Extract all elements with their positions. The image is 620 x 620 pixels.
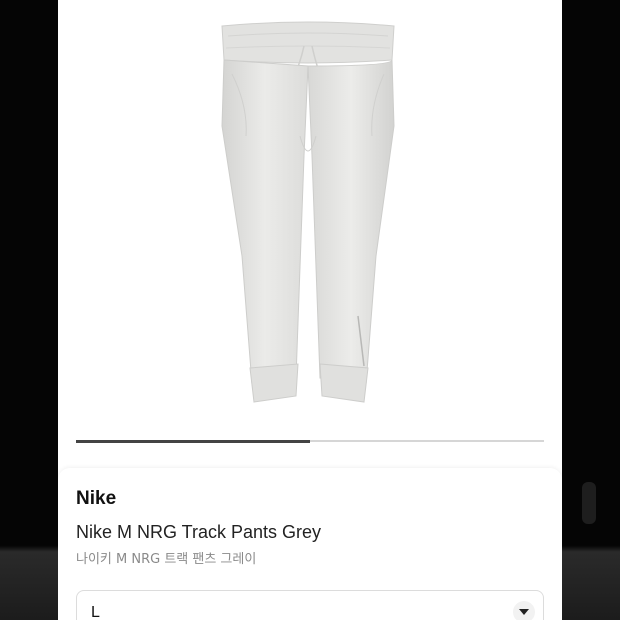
brand-name[interactable]: Nike — [76, 488, 116, 510]
left-background — [0, 0, 58, 620]
size-dropdown[interactable]: L — [76, 590, 544, 620]
right-background — [562, 0, 620, 620]
product-image-gallery[interactable] — [58, 0, 562, 468]
gallery-progress-fill — [76, 439, 310, 443]
edge-tab — [582, 482, 596, 524]
gallery-progress-bar — [76, 439, 544, 443]
selected-size: L — [91, 604, 100, 620]
track-pants-image — [221, 21, 395, 403]
product-info-card: Nike Nike M NRG Track Pants Grey 나이키 M N… — [58, 468, 562, 620]
product-detail-screen: Nike Nike M NRG Track Pants Grey 나이키 M N… — [58, 0, 562, 620]
product-title: Nike M NRG Track Pants Grey — [76, 522, 322, 542]
chevron-down-icon — [513, 601, 535, 620]
product-title-korean: 나이키 M NRG 트랙 팬츠 그레이 — [76, 552, 257, 567]
